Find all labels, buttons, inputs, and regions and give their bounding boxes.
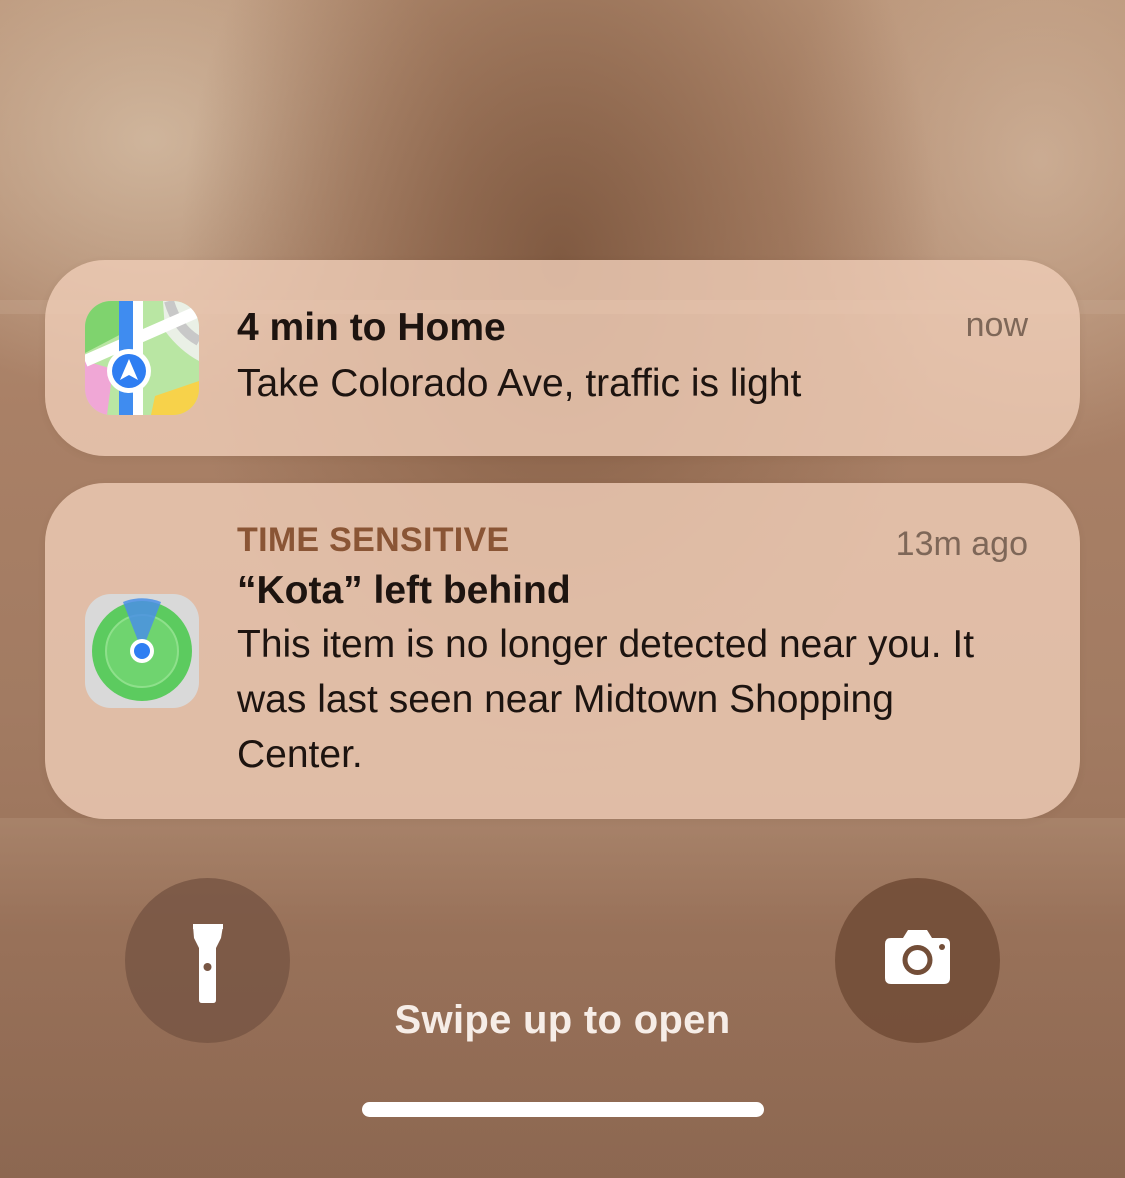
swipe-up-hint: Swipe up to open xyxy=(394,998,731,1042)
notification-title: 4 min to Home xyxy=(237,306,506,349)
notification-title: “Kota” left behind xyxy=(237,569,571,612)
time-sensitive-label: TIME SENSITIVE xyxy=(237,521,510,559)
notification-time: 13m ago xyxy=(895,525,1028,563)
notification-body: This item is no longer detected near you… xyxy=(237,623,975,776)
home-indicator[interactable] xyxy=(362,1102,764,1117)
find-my-notification[interactable]: TIME SENSITIVE 13m ago “Kota” left behin… xyxy=(45,483,1080,819)
notification-body: Take Colorado Ave, traffic is light xyxy=(237,362,802,405)
maps-notification[interactable]: 4 min to Home Take Colorado Ave, traffic… xyxy=(45,260,1080,456)
notification-time: now xyxy=(965,306,1028,344)
maps-app-icon xyxy=(85,301,199,415)
find-my-app-icon xyxy=(85,594,199,708)
